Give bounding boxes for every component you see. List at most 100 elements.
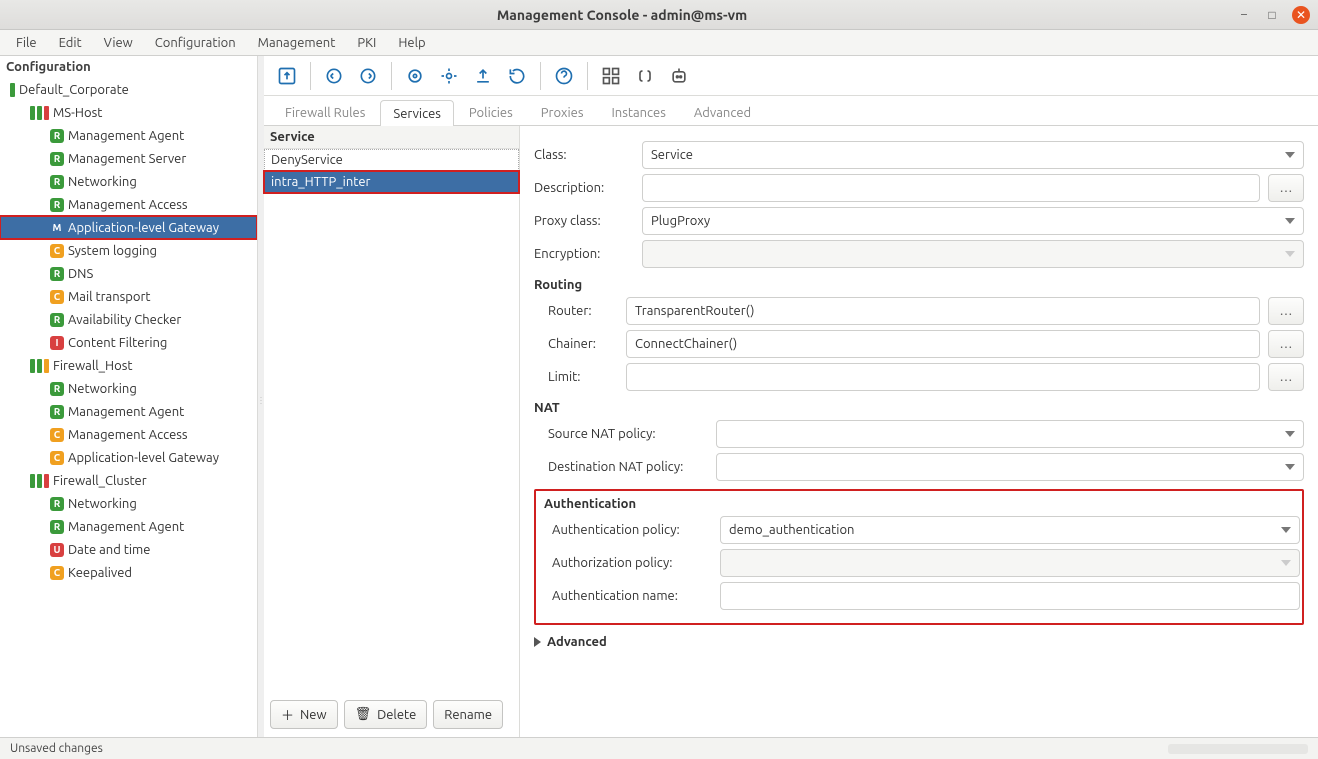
tree-item[interactable]: RManagement Agent (0, 515, 257, 538)
toolbar-upload-icon[interactable] (466, 59, 500, 93)
window-minimize-button[interactable]: – (1236, 7, 1252, 23)
tree-item[interactable]: RAvailability Checker (0, 308, 257, 331)
snat-label: Source NAT policy: (548, 427, 708, 441)
dnat-combo[interactable] (716, 453, 1304, 481)
menu-configuration[interactable]: Configuration (145, 34, 246, 52)
toolbar-settings-sync-icon[interactable] (432, 59, 466, 93)
menu-management[interactable]: Management (248, 34, 346, 52)
menu-help[interactable]: Help (388, 34, 435, 52)
rename-button[interactable]: Rename (433, 700, 503, 729)
tree-item[interactable]: RDNS (0, 262, 257, 285)
toolbar-help-icon[interactable] (547, 59, 581, 93)
node-badge-icon: R (50, 497, 64, 511)
tree-item[interactable]: MS-Host (0, 101, 257, 124)
toolbar-view-icon[interactable] (398, 59, 432, 93)
tree-item[interactable]: RManagement Agent (0, 124, 257, 147)
tree-item[interactable]: U Date and time (0, 538, 257, 561)
class-label: Class: (534, 148, 634, 162)
triangle-right-icon (534, 637, 541, 647)
menu-file[interactable]: File (6, 34, 47, 52)
tree-item[interactable]: RNetworking (0, 170, 257, 193)
router-more-button[interactable]: … (1268, 297, 1304, 325)
authz-policy-label: Authorization policy: (552, 556, 712, 570)
tree-item[interactable]: IContent Filtering (0, 331, 257, 354)
menu-bar: File Edit View Configuration Management … (0, 30, 1318, 56)
tree-item-label: Networking (68, 497, 137, 511)
menu-edit[interactable]: Edit (49, 34, 92, 52)
toolbar-refresh-right-icon[interactable] (351, 59, 385, 93)
snat-combo[interactable] (716, 420, 1304, 448)
tab-proxies[interactable]: Proxies (528, 99, 597, 125)
new-button[interactable]: ＋ New (270, 700, 338, 729)
delete-button[interactable]: 🗑 Delete (344, 700, 428, 729)
tree-item[interactable]: RManagement Access (0, 193, 257, 216)
toolbar-up-icon[interactable] (270, 59, 304, 93)
limit-input[interactable] (626, 363, 1260, 391)
tree-item[interactable]: CMail transport (0, 285, 257, 308)
class-combo[interactable]: Service (642, 141, 1304, 169)
description-input[interactable] (642, 174, 1260, 202)
tree-item[interactable]: R Networking (0, 492, 257, 515)
advanced-toggle[interactable]: Advanced (534, 635, 1304, 649)
auth-name-input[interactable] (720, 582, 1300, 610)
status-bars-icon (30, 106, 49, 120)
tree-item[interactable]: Firewall_Host (0, 354, 257, 377)
auth-policy-combo[interactable]: demo_authentication (720, 516, 1300, 544)
tree-item[interactable]: MApplication-level Gateway (0, 216, 257, 239)
tree-item[interactable]: RManagement Agent (0, 400, 257, 423)
tree-item-label: MS-Host (53, 106, 102, 120)
toolbar-refresh-left-icon[interactable] (317, 59, 351, 93)
tree-item[interactable]: CApplication-level Gateway (0, 446, 257, 469)
tree-item[interactable]: Default_Corporate (0, 78, 257, 101)
chainer-input[interactable]: ConnectChainer() (626, 330, 1260, 358)
service-item-intra-http-inter[interactable]: intra_HTTP_inter (264, 171, 519, 193)
limit-label: Limit: (548, 370, 618, 384)
menu-pki[interactable]: PKI (347, 34, 386, 52)
rename-button-label: Rename (444, 708, 492, 722)
advanced-toggle-label: Advanced (547, 635, 607, 649)
tree-item[interactable]: CManagement Access (0, 423, 257, 446)
tree-item-label: Networking (68, 382, 137, 396)
toolbar-reload-icon[interactable] (500, 59, 534, 93)
tree-item-label: DNS (68, 267, 93, 281)
node-badge-icon: U (50, 543, 64, 557)
configuration-tree[interactable]: Default_Corporate MS-Host RManagement Agen… (0, 78, 257, 584)
description-more-button[interactable]: … (1268, 174, 1304, 202)
tree-item[interactable]: CSystem logging (0, 239, 257, 262)
tab-services[interactable]: Services (380, 100, 454, 126)
toolbar-script-icon[interactable] (628, 59, 662, 93)
node-badge-icon: C (50, 451, 64, 465)
router-input[interactable]: TransparentRouter() (626, 297, 1260, 325)
proxy-class-value: PlugProxy (651, 214, 710, 228)
encryption-label: Encryption: (534, 247, 634, 261)
auth-policy-value: demo_authentication (729, 523, 854, 537)
tab-advanced[interactable]: Advanced (681, 99, 764, 125)
menu-view[interactable]: View (94, 34, 143, 52)
toolbar-robot-icon[interactable] (662, 59, 696, 93)
encryption-combo[interactable] (642, 240, 1304, 268)
trash-icon: 🗑 (355, 707, 372, 722)
content-tabs: Firewall Rules Services Policies Proxies… (264, 96, 1318, 126)
proxy-class-combo[interactable]: PlugProxy (642, 207, 1304, 235)
chevron-down-icon (1285, 218, 1295, 224)
window-close-button[interactable]: ✕ (1292, 6, 1310, 24)
chevron-down-icon (1281, 527, 1291, 533)
tree-item[interactable]: CKeepalived (0, 561, 257, 584)
chainer-label: Chainer: (548, 337, 618, 351)
node-badge-icon: R (50, 405, 64, 419)
tree-item[interactable]: RNetworking (0, 377, 257, 400)
window-maximize-button[interactable]: □ (1264, 7, 1280, 23)
node-badge-icon: R (50, 520, 64, 534)
tab-policies[interactable]: Policies (456, 99, 526, 125)
status-bars-icon (30, 474, 49, 488)
authz-policy-combo[interactable] (720, 549, 1300, 577)
tree-item-label: Date and time (68, 543, 150, 557)
tree-item[interactable]: Firewall_Cluster (0, 469, 257, 492)
tab-firewall-rules[interactable]: Firewall Rules (272, 99, 378, 125)
tab-instances[interactable]: Instances (598, 99, 678, 125)
service-item-denyservice[interactable]: DenyService (264, 149, 519, 171)
toolbar-modules-icon[interactable] (594, 59, 628, 93)
limit-more-button[interactable]: … (1268, 363, 1304, 391)
tree-item[interactable]: RManagement Server (0, 147, 257, 170)
chainer-more-button[interactable]: … (1268, 330, 1304, 358)
